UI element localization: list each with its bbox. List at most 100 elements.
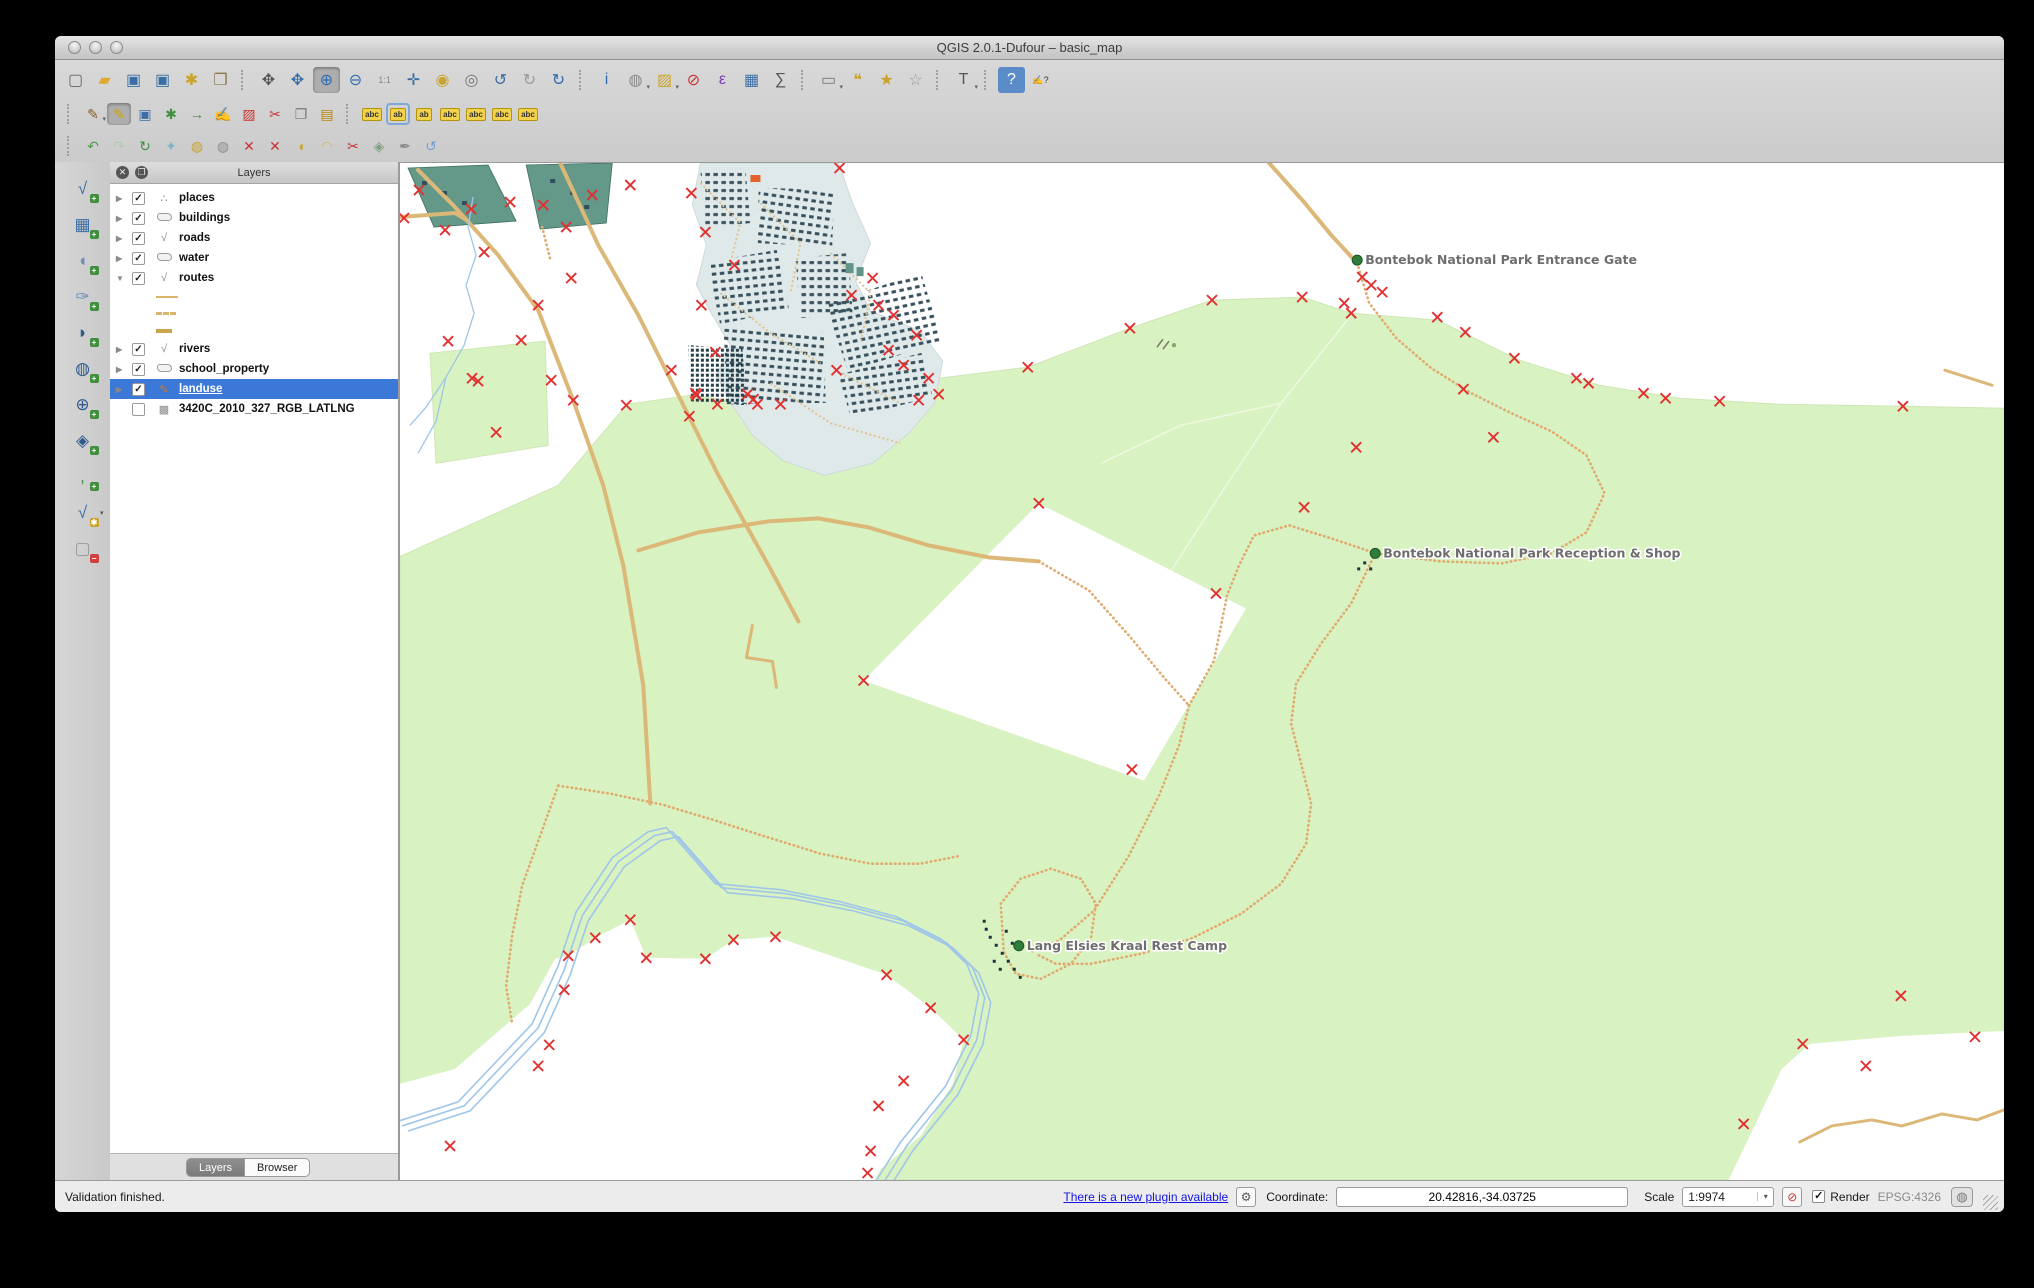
layer-item-routes[interactable]: ▼✓√routes	[110, 268, 398, 288]
add-delimited-text-button[interactable]: ,+	[70, 464, 96, 489]
rotate-label-button[interactable]: abc	[490, 103, 514, 125]
delete-selected-button[interactable]: ▨	[237, 103, 261, 125]
move-feature-button[interactable]: →	[185, 103, 209, 125]
panel-tab-layers[interactable]: Layers	[186, 1158, 245, 1177]
offset-curve-button[interactable]: ◠	[315, 135, 339, 157]
field-calculator-button[interactable]: ∑	[767, 67, 794, 93]
zoom-native-button[interactable]: 1:1	[371, 67, 398, 93]
new-composer-button[interactable]: ✱	[178, 67, 205, 93]
add-postgis-layer-button[interactable]: ◖+	[70, 248, 96, 273]
layer-visibility-checkbox[interactable]: ✓	[132, 363, 145, 376]
cut-features-button[interactable]: ✂	[263, 103, 287, 125]
layer-item-landuse[interactable]: ▶✓✎landuse	[110, 379, 398, 399]
add-raster-layer-button[interactable]: ▦+	[70, 212, 96, 237]
layer-visibility-checkbox[interactable]: ✓	[132, 212, 145, 225]
composer-manager-button[interactable]: ❐	[207, 67, 234, 93]
expander-icon[interactable]: ▶	[116, 385, 128, 394]
add-feature-button[interactable]: ✱	[159, 103, 183, 125]
zoom-to-selection-button[interactable]: ◉	[429, 67, 456, 93]
zoom-next-button[interactable]: ↻	[516, 67, 543, 93]
expander-icon[interactable]: ▼	[116, 274, 128, 283]
zoom-full-button[interactable]: ✛	[400, 67, 427, 93]
layer-item-rivers[interactable]: ▶✓√rivers	[110, 339, 398, 359]
add-wcs-layer-button[interactable]: ⊕+	[70, 392, 96, 417]
undo-button[interactable]: ↶	[81, 135, 105, 157]
add-part-button[interactable]: ◍	[211, 135, 235, 157]
show-bookmarks-button[interactable]: ☆	[902, 67, 929, 93]
select-features-button[interactable]: ▨▾	[651, 67, 678, 93]
move-label-button[interactable]: abc	[464, 103, 488, 125]
layer-item-3420C_2010_327_RGB_LATLNG[interactable]: ▩3420C_2010_327_RGB_LATLNG	[110, 399, 398, 419]
save-project-as-button[interactable]: ▣	[149, 67, 176, 93]
open-project-button[interactable]: ▰	[91, 67, 118, 93]
new-bookmark-button[interactable]: ★	[873, 67, 900, 93]
show-hide-labels-button[interactable]: abc	[438, 103, 462, 125]
save-project-button[interactable]: ▣	[120, 67, 147, 93]
rotate-point-symbols-button[interactable]: ↺	[419, 135, 443, 157]
add-vector-layer-button[interactable]: √+	[70, 176, 96, 201]
layer-item-school_property[interactable]: ▶✓school_property	[110, 359, 398, 379]
zoom-in-button[interactable]: ⊕	[313, 67, 340, 93]
panel-tab-browser[interactable]: Browser	[245, 1158, 310, 1177]
split-features-button[interactable]: ✂	[341, 135, 365, 157]
zoom-last-button[interactable]: ↺	[487, 67, 514, 93]
help-button[interactable]: ?	[998, 67, 1025, 93]
label-button[interactable]: abc	[360, 103, 384, 125]
layer-visibility-checkbox[interactable]: ✓	[132, 192, 145, 205]
map-tips-button[interactable]: ❝	[844, 67, 871, 93]
toggle-editing-button[interactable]: ✎	[107, 103, 131, 125]
current-edits-button[interactable]: ✎▾	[81, 103, 105, 125]
render-checkbox[interactable]: ✓	[1812, 1190, 1825, 1203]
layer-visibility-checkbox[interactable]: ✓	[132, 383, 145, 396]
add-ring-button[interactable]: ◍	[185, 135, 209, 157]
stop-render-icon[interactable]: ⊘	[1782, 1187, 1802, 1207]
expander-icon[interactable]: ▶	[116, 365, 128, 374]
delete-ring-button[interactable]: ✕	[237, 135, 261, 157]
paste-features-button[interactable]: ▤	[315, 103, 339, 125]
layer-item-buildings[interactable]: ▶✓buildings	[110, 208, 398, 228]
pan-to-selection-button[interactable]: ✥	[284, 67, 311, 93]
pin-labels-button[interactable]: ab	[386, 103, 410, 125]
title-bar[interactable]: QGIS 2.0.1-Dufour – basic_map	[55, 36, 2004, 60]
highlight-pinned-labels-button[interactable]: ab	[412, 103, 436, 125]
expander-icon[interactable]: ▶	[116, 345, 128, 354]
layer-visibility-checkbox[interactable]: ✓	[132, 252, 145, 265]
add-wms-layer-button[interactable]: ◍+	[70, 356, 96, 381]
copy-features-button[interactable]: ❐	[289, 103, 313, 125]
feature-action-button[interactable]: ◍▾	[622, 67, 649, 93]
fill-ring-button[interactable]: ◖	[289, 135, 313, 157]
measure-button[interactable]: ▭▾	[815, 67, 842, 93]
layer-item-roads[interactable]: ▶✓√roads	[110, 228, 398, 248]
pan-map-button[interactable]: ✥	[255, 67, 282, 93]
layer-visibility-checkbox[interactable]	[132, 403, 145, 416]
redo-button[interactable]: ↷	[107, 135, 131, 157]
split-parts-button[interactable]: ◈	[367, 135, 391, 157]
expander-icon[interactable]: ▶	[116, 254, 128, 263]
layer-item-places[interactable]: ▶✓∴places	[110, 188, 398, 208]
node-tool-button[interactable]: ✍	[211, 103, 235, 125]
scale-combo[interactable]: 1:9974 ▾	[1682, 1187, 1774, 1207]
coordinate-input[interactable]	[1336, 1187, 1628, 1207]
rotate-feature-button[interactable]: ↻	[133, 135, 157, 157]
add-mssql-layer-button[interactable]: ◗+	[70, 320, 96, 345]
layer-visibility-checkbox[interactable]: ✓	[132, 343, 145, 356]
change-label-button[interactable]: abc	[516, 103, 540, 125]
layer-visibility-checkbox[interactable]: ✓	[132, 232, 145, 245]
expander-icon[interactable]: ▶	[116, 214, 128, 223]
select-by-expression-button[interactable]: ε	[709, 67, 736, 93]
add-spatialite-layer-button[interactable]: ✑+	[70, 284, 96, 309]
deselect-features-button[interactable]: ⊘	[680, 67, 707, 93]
plugin-icon[interactable]: ⚙	[1236, 1187, 1256, 1207]
identify-button[interactable]: i	[593, 67, 620, 93]
map-canvas[interactable]: Bontebok National Park Entrance GateBont…	[400, 162, 2004, 1180]
delete-part-button[interactable]: ✕	[263, 135, 287, 157]
resize-grip[interactable]	[1983, 1195, 1998, 1210]
reshape-features-button[interactable]: ✒	[393, 135, 417, 157]
expander-icon[interactable]: ▶	[116, 234, 128, 243]
new-plugin-link[interactable]: There is a new plugin available	[1063, 1190, 1228, 1204]
crs-icon[interactable]: ◍	[1951, 1187, 1973, 1207]
layer-item-water[interactable]: ▶✓water	[110, 248, 398, 268]
refresh-button[interactable]: ↻	[545, 67, 572, 93]
attribute-table-button[interactable]: ▦	[738, 67, 765, 93]
simplify-feature-button[interactable]: ✦	[159, 135, 183, 157]
